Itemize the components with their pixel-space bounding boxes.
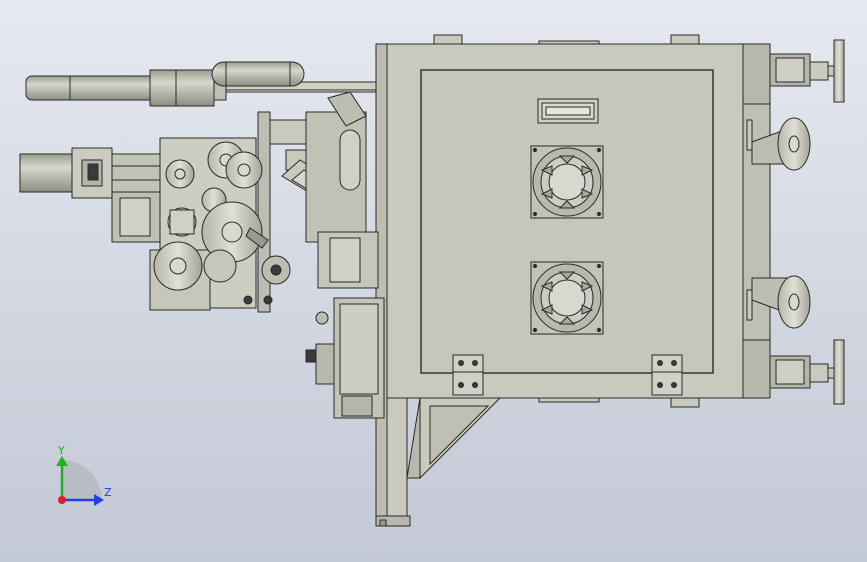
orientation-triad: Y Z — [56, 444, 112, 506]
y-axis-label: Y — [57, 444, 65, 457]
pneumatic-cylinder — [25, 61, 377, 107]
x-axis-dot — [58, 496, 66, 504]
main-cabinet — [386, 34, 744, 408]
leveling-foot-top — [769, 39, 845, 103]
side-actuator-box — [305, 297, 385, 419]
cooling-fan-bottom — [530, 261, 604, 335]
motor-assembly — [19, 147, 161, 199]
machine-assembly-model[interactable]: Y Z — [0, 0, 867, 562]
z-axis-label: Z — [104, 486, 112, 499]
display-window — [537, 98, 599, 124]
hinge-bracket-left — [452, 354, 484, 396]
hinge-bracket-right — [651, 354, 683, 396]
cabinet-side-rail — [742, 43, 771, 399]
leveling-foot-bottom — [769, 339, 845, 405]
cad-graphics-viewport[interactable]: Y Z — [0, 0, 867, 562]
cooling-fan-top — [530, 145, 604, 219]
